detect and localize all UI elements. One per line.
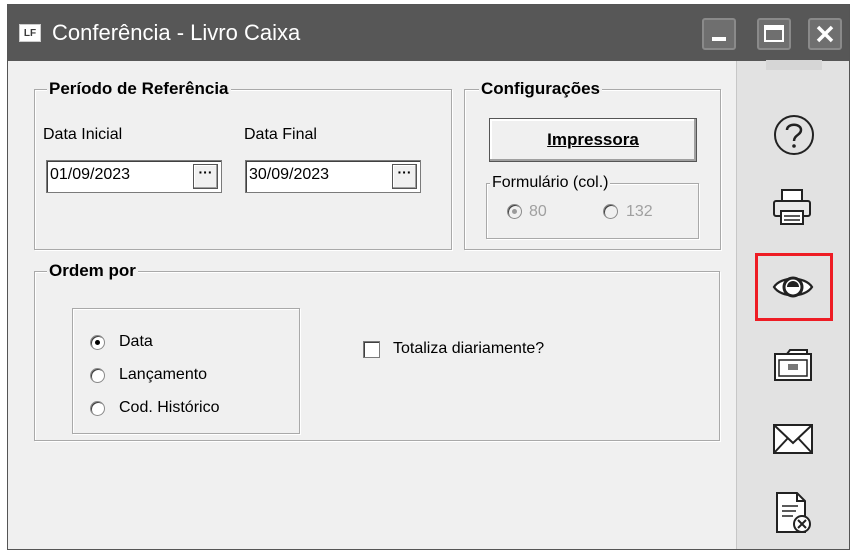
maximize-icon <box>764 25 784 42</box>
close-button[interactable] <box>808 18 842 50</box>
folder-button[interactable] <box>771 342 815 386</box>
totaliza-checkbox[interactable] <box>363 341 380 358</box>
window-title: Conferência - Livro Caixa <box>52 20 301 45</box>
totaliza-label: Totaliza diariamente? <box>393 340 545 357</box>
ordem-lancamento-label: Lançamento <box>119 366 208 383</box>
data-final-label: Data Final <box>244 126 317 143</box>
ordem-options-box: Data Lançamento Cod. Histórico <box>72 308 300 434</box>
mail-icon <box>773 424 813 454</box>
toolbar-top-stub <box>766 60 822 70</box>
formulario-80-radio[interactable] <box>507 204 522 219</box>
help-icon <box>774 115 814 155</box>
document-cancel-icon <box>776 492 811 533</box>
formulario-80-label: 80 <box>529 203 547 220</box>
minimize-icon <box>712 37 726 41</box>
help-button[interactable] <box>772 113 816 157</box>
ordem-legend: Ordem por <box>47 261 138 281</box>
data-inicial-field[interactable]: ··· <box>46 160 222 193</box>
folder-icon <box>774 349 812 381</box>
data-inicial-label: Data Inicial <box>43 126 123 143</box>
minimize-button[interactable] <box>702 18 736 50</box>
printer-icon <box>773 189 811 225</box>
close-icon <box>816 25 834 43</box>
periodo-group: Período de Referência Data Inicial Data … <box>34 79 452 250</box>
maximize-button[interactable] <box>757 18 791 50</box>
data-inicial-input[interactable] <box>50 166 180 184</box>
data-final-field[interactable]: ··· <box>245 160 421 193</box>
formulario-group: Formulário (col.) 80 132 <box>486 173 699 239</box>
configuracoes-group: Configurações Impressora Formulário (col… <box>464 79 721 250</box>
ordem-cod-historico-radio[interactable] <box>90 401 105 416</box>
ordem-cod-historico-label: Cod. Histórico <box>119 399 220 416</box>
ordem-data-label: Data <box>119 333 153 350</box>
window: LF Conferência - Livro Caixa Período de … <box>7 4 850 550</box>
ordem-group: Ordem por Data Lançamento Cod. Histórico… <box>34 261 720 441</box>
impressora-button[interactable]: Impressora <box>489 118 697 162</box>
app-logo-icon: LF <box>19 24 41 42</box>
impressora-button-label: Impressora <box>547 130 639 149</box>
ordem-data-radio[interactable] <box>90 335 105 350</box>
periodo-legend: Período de Referência <box>47 79 231 99</box>
data-final-picker-button[interactable]: ··· <box>392 164 417 189</box>
formulario-132-label: 132 <box>626 203 653 220</box>
ordem-lancamento-radio[interactable] <box>90 368 105 383</box>
cancel-document-button[interactable] <box>771 490 815 538</box>
title-bar: LF Conferência - Livro Caixa <box>8 5 849 61</box>
preview-highlight-box <box>755 253 833 321</box>
print-button[interactable] <box>771 187 815 231</box>
configuracoes-legend: Configurações <box>479 79 603 99</box>
formulario-132-radio[interactable] <box>603 204 618 219</box>
formulario-legend: Formulário (col.) <box>490 173 611 193</box>
email-button[interactable] <box>771 417 815 461</box>
data-final-input[interactable] <box>249 166 379 184</box>
main-content: Período de Referência Data Inicial Data … <box>8 61 736 549</box>
data-inicial-picker-button[interactable]: ··· <box>193 164 218 189</box>
